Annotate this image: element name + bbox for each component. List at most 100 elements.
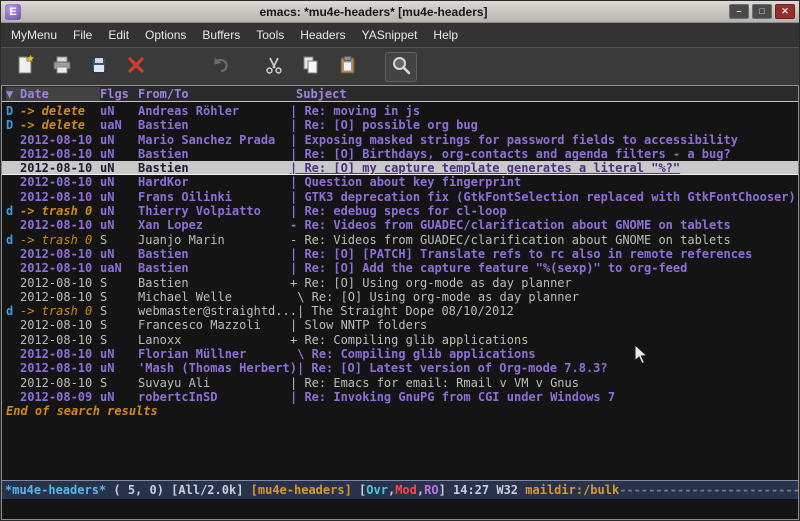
menu-file[interactable]: File [65, 24, 100, 46]
undo-button[interactable] [205, 52, 237, 82]
minimize-button[interactable]: – [729, 4, 749, 19]
row-flags: uN [100, 218, 138, 232]
message-row[interactable]: d -> trash 0 S Juanjo Marin - Re: Videos… [2, 233, 798, 247]
message-row[interactable]: 2012-08-10 uN Frans Oilinki | GTK3 depre… [2, 190, 798, 204]
message-row[interactable]: 2012-08-10 S Michael Welle \ Re: [O] Usi… [2, 290, 798, 304]
row-mark-prefix: D [6, 104, 20, 118]
message-row[interactable]: 2012-08-10 uN Bastien | Re: [O] [PATCH] … [2, 247, 798, 261]
row-from: Mario Sanchez Prada [138, 133, 290, 147]
row-subject: | GTK3 deprecation fix (GtkFontSelection… [290, 190, 798, 204]
row-date: 2012-08-10 [20, 161, 100, 174]
row-subject: | Re: [O] Add the capture feature "%(sex… [290, 261, 798, 275]
row-date: 2012-08-10 [20, 147, 100, 161]
undo-icon [210, 54, 232, 80]
message-row[interactable]: d -> trash 0 uN Thierry Volpiatto | Re: … [2, 204, 798, 218]
row-date: 2012-08-10 [20, 290, 100, 304]
modeline-segment: maildir:/bulk [525, 483, 619, 497]
row-mark-prefix [6, 390, 20, 404]
row-mark-prefix [6, 318, 20, 332]
message-row[interactable]: 2012-08-10 uN Bastien | Re: [O] Birthday… [2, 147, 798, 161]
row-subject: | Re: edebug specs for cl-loop [290, 204, 798, 218]
new-buffer-button[interactable] [9, 52, 41, 82]
end-of-search-results: End of search results [2, 404, 798, 418]
menu-mymenu[interactable]: MyMenu [3, 24, 65, 46]
toolbar [1, 47, 799, 85]
cut-button[interactable] [258, 52, 290, 82]
row-mark-prefix [6, 347, 20, 361]
row-mark-prefix [6, 261, 20, 275]
titlebar: E emacs: *mu4e-headers* [mu4e-headers] –… [1, 1, 799, 23]
menu-yasnippet[interactable]: YASnippet [354, 24, 426, 46]
close-buffer-button[interactable] [120, 52, 152, 82]
row-mark-prefix: d [6, 304, 20, 318]
close-button[interactable]: ✕ [775, 4, 795, 19]
menu-headers[interactable]: Headers [292, 24, 353, 46]
modeline-segment: , [388, 483, 395, 497]
message-row[interactable]: 2012-08-10 uN Mario Sanchez Prada | Expo… [2, 133, 798, 147]
message-row[interactable]: 2012-08-10 S Bastien + Re: [O] Using org… [2, 276, 798, 290]
row-from: Michael Welle [138, 290, 290, 304]
menu-edit[interactable]: Edit [100, 24, 137, 46]
maximize-button[interactable]: □ [752, 4, 772, 19]
menu-options[interactable]: Options [137, 24, 194, 46]
message-row[interactable]: 2012-08-10 S Suvayu Ali | Re: Emacs for … [2, 376, 798, 390]
modeline-segment: ----------------------------------------… [619, 483, 798, 497]
paste-icon [337, 54, 359, 80]
paste-button[interactable] [332, 52, 364, 82]
row-mark-prefix [6, 147, 20, 161]
message-row[interactable]: D -> delete uN Andreas Röhler | Re: movi… [2, 104, 798, 118]
emacs-app-icon[interactable]: E [5, 4, 21, 20]
row-flags: uN [100, 133, 138, 147]
message-row[interactable]: 2012-08-10 uN HardKor | Question about k… [2, 175, 798, 189]
modeline: *mu4e-headers* ( 5, 0) [All/2.0k] [mu4e-… [2, 480, 798, 499]
row-flags: S [100, 304, 138, 318]
search-button[interactable] [385, 52, 417, 82]
menu-help[interactable]: Help [425, 24, 466, 46]
row-date: -> trash 0 [20, 233, 100, 247]
row-mark-prefix [6, 376, 20, 390]
message-row[interactable]: 2012-08-10 uN Xan Lopez - Re: Videos fro… [2, 218, 798, 232]
row-subject: \ Re: [O] Using org-mode as day planner [290, 290, 798, 304]
row-subject: | Re: [O] possible org bug [290, 118, 798, 132]
row-date: 2012-08-10 [20, 276, 100, 290]
header-column-subject[interactable]: Subject [290, 87, 798, 101]
header-column-from[interactable]: From/To [138, 87, 290, 101]
header-column-flags[interactable]: Flgs [100, 87, 138, 101]
window-controls: – □ ✕ [726, 4, 795, 19]
row-mark-prefix: d [6, 233, 20, 247]
copy-icon [300, 54, 322, 80]
modeline-segment: [ [352, 483, 366, 497]
message-row[interactable]: 2012-08-10 uN Bastien | Re: [O] my captu… [2, 161, 798, 175]
message-row[interactable]: 2012-08-10 uaN Bastien | Re: [O] Add the… [2, 261, 798, 275]
menu-buffers[interactable]: Buffers [194, 24, 248, 46]
print-icon [51, 54, 73, 80]
message-row[interactable]: 2012-08-10 uN 'Mash (Thomas Herbert) | R… [2, 361, 798, 375]
message-row[interactable]: D -> delete uaN Bastien | Re: [O] possib… [2, 118, 798, 132]
row-subject: | Re: [O] [PATCH] Translate refs to rc a… [290, 247, 798, 261]
row-subject: | Re: moving in js [290, 104, 798, 118]
message-row[interactable]: 2012-08-10 S Lanoxx + Re: Compiling glib… [2, 333, 798, 347]
row-subject: - Re: Videos from GUADEC/clarification a… [290, 218, 798, 232]
header-column-date[interactable]: Date [20, 87, 100, 101]
row-from: Xan Lopez [138, 218, 290, 232]
row-date: 2012-08-10 [20, 376, 100, 390]
row-from: Andreas Röhler [138, 104, 290, 118]
window-title: emacs: *mu4e-headers* [mu4e-headers] [21, 5, 726, 19]
row-subject: | Re: [O] Birthdays, org-contacts and ag… [290, 147, 798, 161]
message-row[interactable]: d -> trash 0 S webmaster@straightd... | … [2, 304, 798, 318]
row-mark-prefix [6, 290, 20, 304]
save-button[interactable] [83, 52, 115, 82]
message-row[interactable]: 2012-08-10 S Francesco Mazzoli | Slow NN… [2, 318, 798, 332]
row-flags: uaN [100, 118, 138, 132]
print-button[interactable] [46, 52, 78, 82]
modeline-segment: Ovr [366, 483, 388, 497]
copy-button[interactable] [295, 52, 327, 82]
menu-tools[interactable]: Tools [248, 24, 292, 46]
row-from: Juanjo Marin [138, 233, 290, 247]
message-row[interactable]: 2012-08-10 uN Florian Müllner \ Re: Comp… [2, 347, 798, 361]
row-mark-prefix [6, 276, 20, 290]
row-flags: uaN [100, 261, 138, 275]
modeline-segment: ] 14:27 W32 [439, 483, 526, 497]
row-from: 'Mash (Thomas Herbert) [138, 361, 297, 375]
message-row[interactable]: 2012-08-09 uN robertcInSD | Re: Invoking… [2, 390, 798, 404]
